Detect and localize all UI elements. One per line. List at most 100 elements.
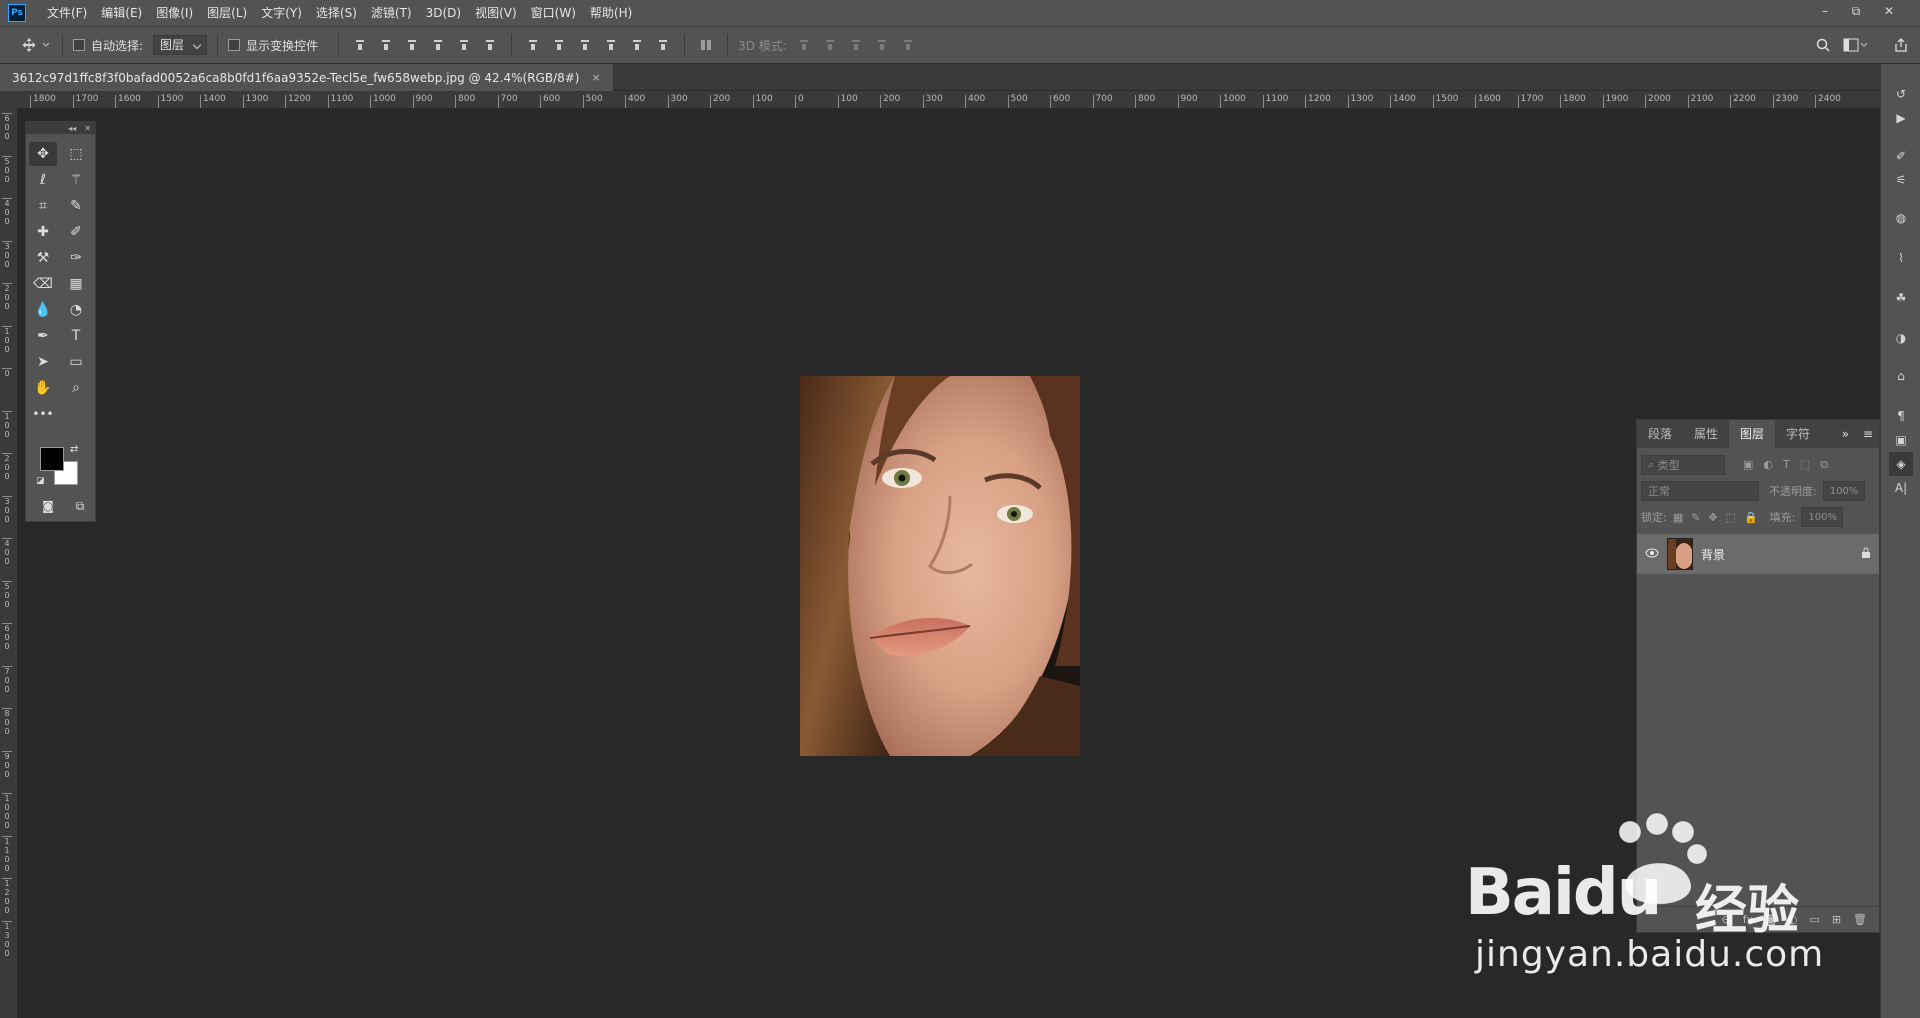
- history-brush-tool-icon[interactable]: ✑: [62, 246, 90, 270]
- layer-row[interactable]: 背景: [1637, 534, 1879, 574]
- libraries-icon[interactable]: ⌂: [1889, 364, 1913, 388]
- distribute-right-icon[interactable]: [652, 34, 674, 56]
- drag-3d-icon[interactable]: [845, 34, 867, 56]
- layers-icon[interactable]: ◈: [1889, 452, 1913, 476]
- filter-pixel-icon[interactable]: ▣: [1743, 458, 1753, 472]
- document-image[interactable]: [800, 376, 1080, 756]
- menu-item[interactable]: 3D(D): [419, 0, 468, 26]
- search-icon[interactable]: [1812, 34, 1834, 56]
- align-hcenter-icon[interactable]: [453, 34, 475, 56]
- menu-item[interactable]: 文字(Y): [254, 0, 309, 26]
- healing-brush-tool-icon[interactable]: ✚: [29, 220, 57, 244]
- distribute-bottom-icon[interactable]: [574, 34, 596, 56]
- pen-tool-icon[interactable]: ✒: [29, 324, 57, 348]
- chevron-down-icon[interactable]: [40, 34, 52, 56]
- dodge-tool-icon[interactable]: ◔: [62, 298, 90, 322]
- fx-icon[interactable]: fx: [1743, 913, 1753, 926]
- edit-toolbar-icon[interactable]: •••: [29, 402, 57, 426]
- brushes-icon[interactable]: ✐: [1889, 144, 1913, 168]
- slide-3d-icon[interactable]: [871, 34, 893, 56]
- auto-align-icon[interactable]: [695, 34, 717, 56]
- brush-settings-icon[interactable]: ⚟: [1889, 168, 1913, 192]
- zoom-tool-icon[interactable]: ⌕: [62, 376, 90, 400]
- menu-item[interactable]: 文件(F): [40, 0, 94, 26]
- default-colors-icon[interactable]: ◪: [36, 476, 45, 486]
- close-icon[interactable]: ✕: [84, 124, 91, 133]
- tab-paragraph[interactable]: 段落: [1637, 420, 1683, 448]
- channels-icon[interactable]: ☘: [1889, 286, 1913, 310]
- menu-item[interactable]: 窗口(W): [524, 0, 583, 26]
- filter-smart-object-icon[interactable]: ⧉: [1820, 458, 1828, 472]
- layer-thumbnail[interactable]: [1667, 538, 1693, 570]
- close-tab-icon[interactable]: ×: [592, 71, 601, 84]
- blur-tool-icon[interactable]: 💧: [29, 298, 57, 322]
- swap-colors-icon[interactable]: ⇄: [70, 444, 78, 455]
- group-icon[interactable]: ▭: [1809, 913, 1819, 926]
- paths-icon[interactable]: ⌇: [1889, 246, 1913, 270]
- distribute-top-icon[interactable]: [522, 34, 544, 56]
- menu-item[interactable]: 帮助(H): [583, 0, 639, 26]
- orbit-3d-icon[interactable]: [793, 34, 815, 56]
- trash-icon[interactable]: 🗑: [1853, 913, 1867, 926]
- menu-item[interactable]: 图层(L): [200, 0, 254, 26]
- chevron-down-icon[interactable]: [1858, 34, 1870, 56]
- menu-item[interactable]: 选择(S): [309, 0, 364, 26]
- hand-tool-icon[interactable]: ✋: [29, 376, 57, 400]
- ruler-origin[interactable]: [0, 91, 18, 109]
- rectangle-tool-icon[interactable]: ▭: [62, 350, 90, 374]
- align-bottom-icon[interactable]: [401, 34, 423, 56]
- document-tab[interactable]: 3612c97d1ffc8f3f0bafad0052a6ca8b0fd1f6aa…: [0, 64, 613, 91]
- adjustment-icon[interactable]: ◐: [1788, 913, 1798, 926]
- crop-tool-icon[interactable]: ⌗: [29, 194, 57, 218]
- quick-mask-icon[interactable]: ◙: [34, 494, 62, 518]
- eraser-tool-icon[interactable]: ⌫: [29, 272, 57, 296]
- filter-adjustment-icon[interactable]: ◐: [1763, 458, 1773, 472]
- clone-stamp-tool-icon[interactable]: ⚒: [29, 246, 57, 270]
- path-selection-tool-icon[interactable]: ➤: [29, 350, 57, 374]
- share-icon[interactable]: [1890, 34, 1912, 56]
- menu-item[interactable]: 图像(I): [149, 0, 200, 26]
- tab-character[interactable]: 字符: [1775, 420, 1821, 448]
- magic-wand-tool-icon[interactable]: ⚚: [62, 168, 90, 192]
- history-icon[interactable]: ↺: [1889, 82, 1913, 106]
- foreground-color-swatch[interactable]: [40, 447, 64, 471]
- type-tool-icon[interactable]: T: [62, 324, 90, 348]
- new-layer-icon[interactable]: ⊞: [1832, 913, 1841, 926]
- horizontal-ruler[interactable]: 1800 1700 1600 1500 1400 1300 1200 1100 1000 900 8…: [18, 91, 1880, 109]
- align-left-icon[interactable]: [427, 34, 449, 56]
- distribute-hcenter-icon[interactable]: [626, 34, 648, 56]
- lock-position-icon[interactable]: ✥: [1708, 511, 1717, 524]
- actions-icon[interactable]: ▶: [1889, 106, 1913, 130]
- fill-input[interactable]: 100%: [1801, 507, 1844, 527]
- tab-properties[interactable]: 属性: [1683, 420, 1729, 448]
- eye-icon[interactable]: [1645, 547, 1659, 561]
- auto-select-checkbox[interactable]: 自动选择:: [73, 33, 143, 57]
- blend-mode-dropdown[interactable]: 正常: [1641, 481, 1759, 501]
- auto-select-target-dropdown[interactable]: 图层: [153, 35, 208, 55]
- scale-3d-icon[interactable]: [897, 34, 919, 56]
- lasso-tool-icon[interactable]: ℓ: [29, 168, 57, 192]
- gradient-tool-icon[interactable]: ▦: [62, 272, 90, 296]
- filter-shape-icon[interactable]: ⬚: [1800, 458, 1810, 472]
- lock-icon[interactable]: [1861, 547, 1871, 562]
- swatches-icon[interactable]: ◍: [1889, 206, 1913, 230]
- close-button[interactable]: ✕: [1876, 0, 1902, 22]
- filter-type-icon[interactable]: T: [1783, 458, 1790, 472]
- link-layers-icon[interactable]: ⊝: [1722, 913, 1731, 926]
- vertical-ruler[interactable]: 6005004003002001000100200300400500600700…: [0, 109, 18, 1018]
- opacity-input[interactable]: 100%: [1822, 481, 1865, 501]
- move-tool-icon[interactable]: ✥: [29, 142, 57, 166]
- panel-menu-icon[interactable]: ≡: [1863, 420, 1873, 448]
- photoshop-logo-icon[interactable]: Ps: [8, 4, 26, 22]
- lock-transparent-icon[interactable]: ▦: [1673, 511, 1683, 524]
- move-tool-icon[interactable]: [18, 34, 40, 56]
- align-top-icon[interactable]: [349, 34, 371, 56]
- eyedropper-tool-icon[interactable]: ✎: [62, 194, 90, 218]
- layer-name[interactable]: 背景: [1701, 546, 1725, 563]
- toolbox-header[interactable]: ◂◂ ✕: [26, 122, 95, 134]
- distribute-vcenter-icon[interactable]: [548, 34, 570, 56]
- lock-artboard-icon[interactable]: ⬚: [1726, 511, 1736, 524]
- collapse-icon[interactable]: ◂◂: [68, 124, 76, 133]
- character-icon[interactable]: A|: [1889, 476, 1913, 500]
- restore-button[interactable]: ⧉: [1843, 0, 1869, 22]
